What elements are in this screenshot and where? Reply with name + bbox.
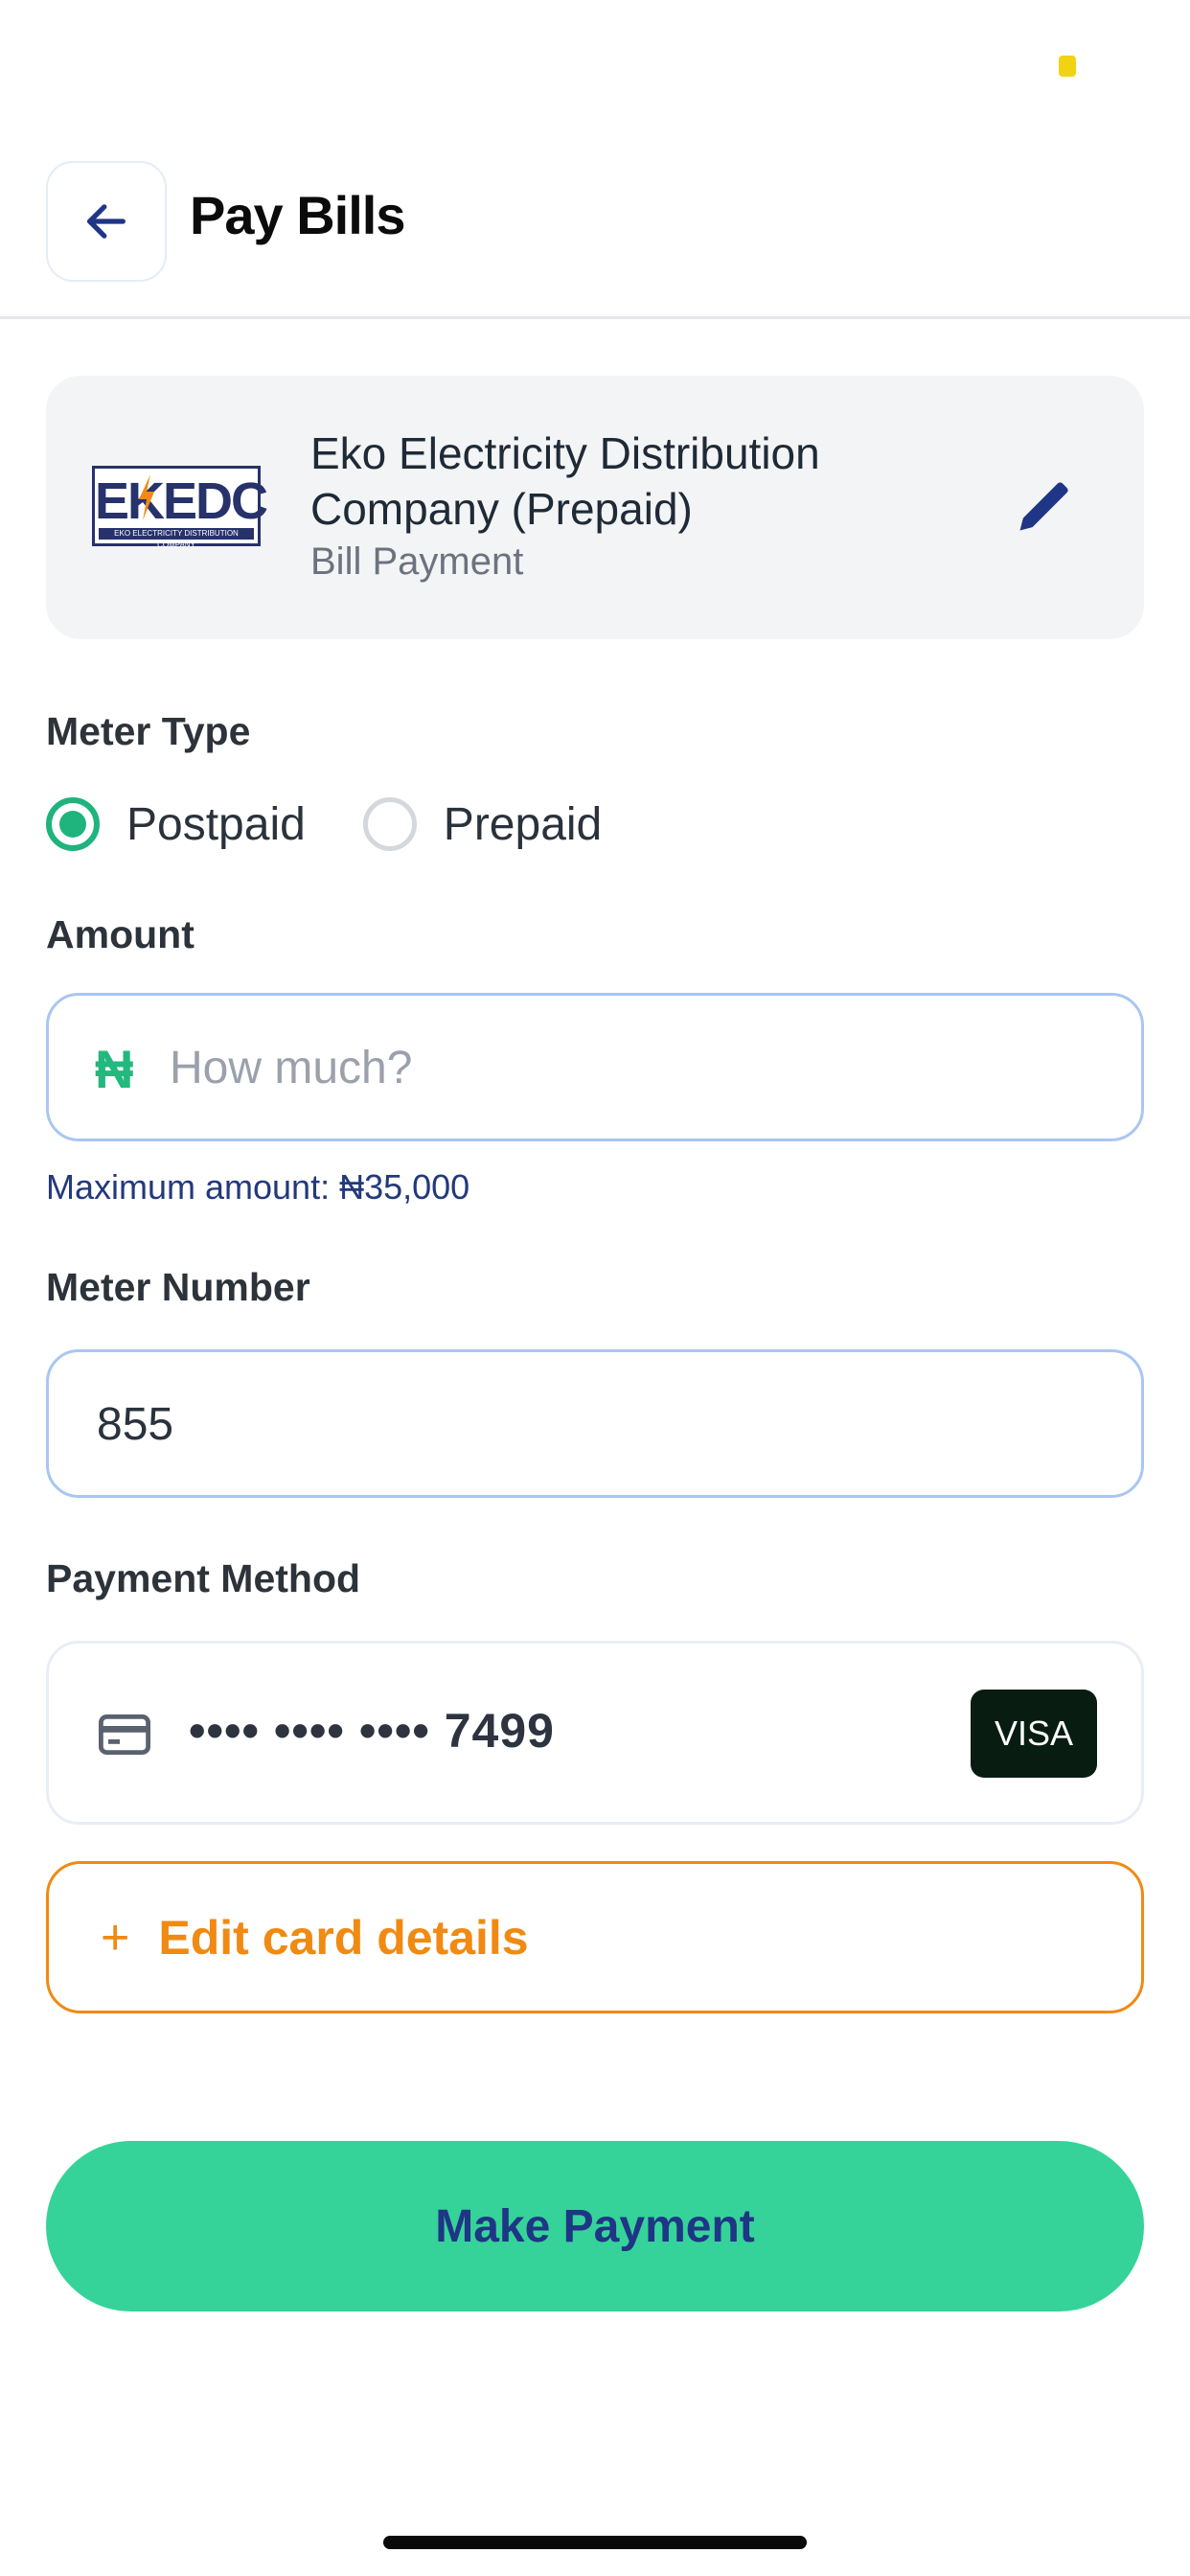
credit-card-icon [99,1714,150,1755]
amount-field[interactable]: ₦ [46,993,1144,1141]
amount-label: Amount [46,912,195,956]
max-amount-note: Maximum amount: ₦35,000 [46,1167,470,1207]
status-indicator [1059,56,1076,77]
biller-card: EKEDC EKO ELECTRICITY DISTRIBUTION COMPA… [46,376,1144,639]
naira-icon: ₦ [95,1039,134,1099]
ekedc-logo: EKEDC EKO ELECTRICITY DISTRIBUTION COMPA… [92,466,268,549]
arrow-left-icon [87,204,126,239]
payment-method-label: Payment Method [46,1556,361,1600]
radio-postpaid-label: Postpaid [126,798,306,850]
logo-subtext: EKO ELECTRICITY DISTRIBUTION COMPANY [99,528,254,549]
edit-card-button[interactable]: + Edit card details [46,1861,1144,2013]
lightning-bolt-icon [139,474,154,520]
home-indicator [383,2536,807,2549]
edit-card-label: Edit card details [158,1910,529,1965]
radio-prepaid[interactable]: Prepaid [362,797,603,851]
radio-prepaid-label: Prepaid [443,798,603,850]
meter-number-field[interactable] [46,1349,1144,1498]
app-header: Pay Bills [0,161,1190,319]
card-number: •••• •••• •••• 7499 [189,1704,555,1758]
make-payment-label: Make Payment [435,2200,755,2252]
page-title: Pay Bills [190,185,405,245]
logo-wordmark: EKEDC [95,472,268,530]
pencil-icon[interactable] [1012,473,1077,539]
visa-badge: VISA [971,1690,1097,1778]
back-button[interactable] [46,161,167,282]
payment-card[interactable]: •••• •••• •••• 7499 VISA [46,1641,1144,1825]
amount-input[interactable] [168,996,1091,1140]
meter-number-input[interactable] [95,1352,1018,1497]
radio-selected-icon [46,797,100,851]
plus-icon: + [101,1909,130,1966]
radio-postpaid[interactable]: Postpaid [46,797,306,851]
make-payment-button[interactable]: Make Payment [46,2141,1144,2312]
meter-type-radio-group: Postpaid Prepaid [46,794,659,855]
biller-name: Eko Electricity Distribution Company (Pr… [310,428,820,534]
meter-number-label: Meter Number [46,1265,310,1309]
radio-unselected-icon [362,797,417,851]
biller-subtitle: Bill Payment [310,540,524,583]
meter-type-label: Meter Type [46,709,251,753]
